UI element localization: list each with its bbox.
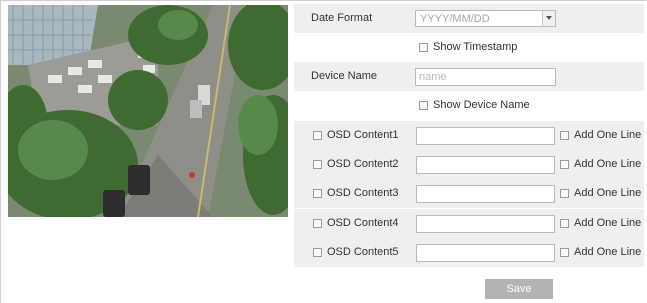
osd-content3-input[interactable]: [416, 185, 555, 203]
device-name-row: Device Name: [294, 62, 644, 91]
frame-left-border: [0, 0, 1, 303]
date-format-value: YYYY/MM/DD: [420, 13, 490, 25]
camera-preview-image: [8, 5, 288, 217]
osd-content3-add-line-label: Add One Line: [574, 187, 642, 199]
date-format-label: Date Format: [311, 12, 373, 24]
frame-top-border: [0, 0, 647, 1]
osd-content2-checkbox[interactable]: [313, 160, 322, 169]
date-format-row: Date Format YYYY/MM/DD: [294, 4, 644, 33]
device-name-label: Device Name: [311, 70, 378, 82]
osd-content3-row: OSD Content3 Add One Line: [294, 179, 644, 208]
osd-content1-checkbox[interactable]: [313, 131, 322, 140]
chevron-down-icon[interactable]: [542, 11, 555, 26]
osd-content4-add-line-checkbox[interactable]: [560, 219, 569, 228]
show-timestamp-checkbox[interactable]: [419, 43, 428, 52]
osd-content1-label: OSD Content1: [327, 129, 399, 141]
osd-content5-add-line-label: Add One Line: [574, 246, 642, 258]
osd-content4-row: OSD Content4 Add One Line: [294, 209, 644, 238]
osd-content5-row: OSD Content5 Add One Line: [294, 238, 644, 267]
osd-content5-add-line-checkbox[interactable]: [560, 248, 569, 257]
show-timestamp-row: Show Timestamp: [294, 33, 644, 62]
osd-content4-add-line-label: Add One Line: [574, 217, 642, 229]
date-format-select[interactable]: YYYY/MM/DD: [415, 10, 556, 27]
osd-content3-add-line-checkbox[interactable]: [560, 189, 569, 198]
osd-content4-input[interactable]: [416, 215, 555, 233]
osd-content2-input[interactable]: [416, 156, 555, 174]
osd-content5-label: OSD Content5: [327, 246, 399, 258]
osd-content1-row: OSD Content1 Add One Line: [294, 121, 644, 150]
save-button[interactable]: Save: [485, 279, 553, 299]
osd-content3-label: OSD Content3: [327, 187, 399, 199]
osd-content1-add-line-checkbox[interactable]: [560, 131, 569, 140]
show-device-name-label: Show Device Name: [433, 99, 530, 111]
osd-content5-checkbox[interactable]: [313, 248, 322, 257]
osd-content2-add-line-label: Add One Line: [574, 158, 642, 170]
osd-content2-label: OSD Content2: [327, 158, 399, 170]
show-device-name-row: Show Device Name: [294, 91, 644, 120]
camera-preview: [8, 5, 288, 217]
show-timestamp-label: Show Timestamp: [433, 41, 518, 53]
osd-content4-checkbox[interactable]: [313, 219, 322, 228]
show-device-name-checkbox[interactable]: [419, 101, 428, 110]
osd-content2-row: OSD Content2 Add One Line: [294, 150, 644, 179]
osd-content5-input[interactable]: [416, 244, 555, 262]
osd-content3-checkbox[interactable]: [313, 189, 322, 198]
osd-content2-add-line-checkbox[interactable]: [560, 160, 569, 169]
osd-content4-label: OSD Content4: [327, 217, 399, 229]
osd-content1-add-line-label: Add One Line: [574, 129, 642, 141]
device-name-input[interactable]: [415, 68, 556, 86]
osd-content1-input[interactable]: [416, 127, 555, 145]
